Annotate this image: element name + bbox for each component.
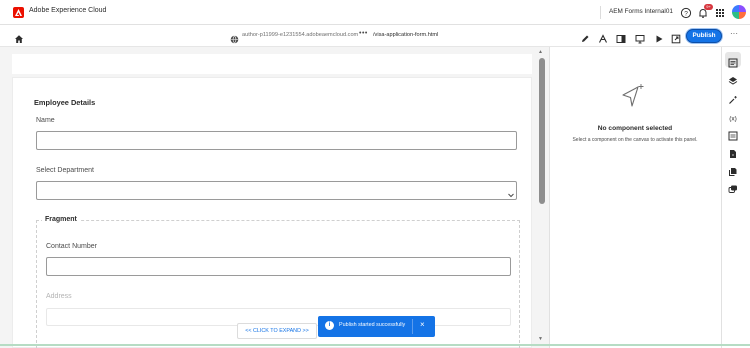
contact-number-label: Contact Number bbox=[46, 243, 97, 250]
link-icon[interactable] bbox=[728, 181, 738, 199]
name-field[interactable] bbox=[36, 131, 517, 150]
department-select[interactable] bbox=[36, 181, 517, 200]
more-options-button[interactable]: ··· bbox=[730, 29, 738, 38]
apps-grid-icon[interactable] bbox=[714, 6, 726, 18]
adobe-logo-icon[interactable] bbox=[13, 7, 24, 18]
org-switcher[interactable]: AEM Forms Internal01 bbox=[609, 8, 673, 15]
contact-number-field[interactable] bbox=[46, 257, 511, 276]
fragments-icon[interactable] bbox=[728, 164, 738, 182]
empty-state-subtitle: Select a component on the canvas to acti… bbox=[572, 137, 698, 143]
canvas-header-area bbox=[12, 54, 532, 74]
properties-icon[interactable] bbox=[728, 55, 738, 73]
magic-wand-icon[interactable] bbox=[728, 92, 738, 110]
url-path[interactable]: /visa-application-form.html bbox=[373, 32, 438, 38]
notification-badge: 9+ bbox=[704, 4, 713, 10]
url-more-button[interactable]: ••• bbox=[359, 30, 368, 37]
toast-close-button[interactable]: × bbox=[420, 320, 425, 329]
info-icon: i bbox=[325, 321, 334, 330]
scroll-up-icon[interactable]: ▲ bbox=[538, 49, 543, 55]
scrollbar-thumb[interactable] bbox=[539, 58, 545, 204]
help-icon[interactable]: ? bbox=[680, 6, 692, 19]
click-to-expand-button[interactable]: << CLICK TO EXPAND >> bbox=[237, 323, 317, 339]
svg-text:?: ? bbox=[684, 10, 688, 17]
publish-button[interactable]: Publish bbox=[686, 29, 722, 43]
toast-divider bbox=[412, 319, 413, 334]
fragment-legend: Fragment bbox=[42, 216, 80, 223]
divider bbox=[600, 6, 601, 19]
empty-state-title: No component selected bbox=[597, 125, 673, 132]
name-label: Name bbox=[36, 117, 55, 124]
svg-text:(x): (x) bbox=[729, 116, 737, 123]
url-host[interactable]: author-p11999-e1231554.adobeaemcloud.com bbox=[242, 32, 358, 38]
toast-message: Publish started successfully bbox=[339, 322, 406, 328]
document-icon[interactable] bbox=[728, 146, 738, 164]
form-icon[interactable] bbox=[728, 128, 738, 146]
bottom-edge bbox=[0, 344, 750, 346]
section-title: Employee Details bbox=[34, 98, 96, 107]
variables-icon[interactable]: (x) bbox=[728, 110, 738, 128]
app-title[interactable]: Adobe Experience Cloud bbox=[29, 7, 106, 14]
address-label: Address bbox=[46, 293, 72, 300]
cursor-select-icon bbox=[620, 82, 648, 115]
avatar[interactable] bbox=[732, 5, 746, 19]
chevron-down-icon[interactable] bbox=[507, 186, 515, 204]
layers-icon[interactable] bbox=[728, 73, 738, 91]
department-label: Select Department bbox=[36, 167, 94, 174]
scroll-down-icon[interactable]: ▼ bbox=[538, 336, 543, 342]
